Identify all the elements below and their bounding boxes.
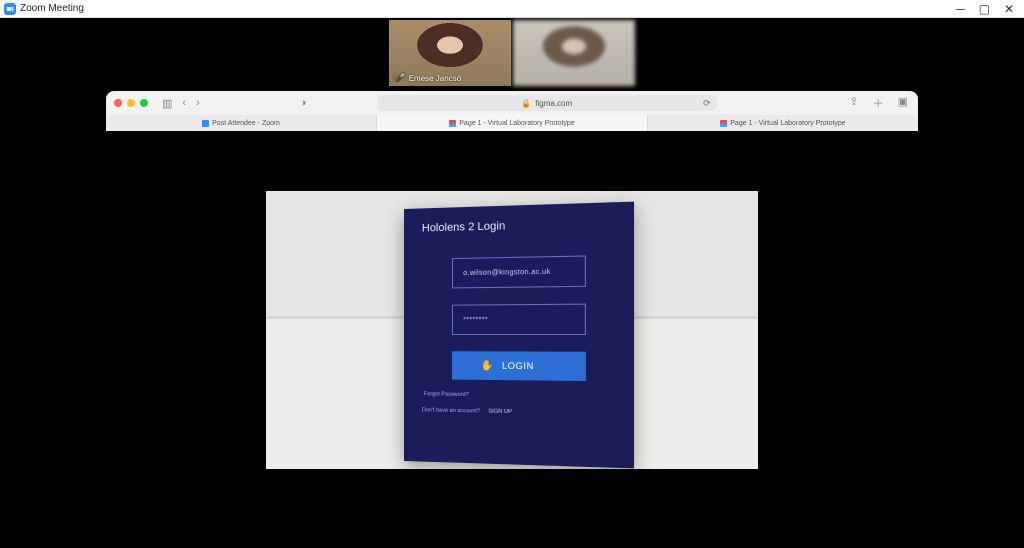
tab-label: Post Attendee - Zoom	[212, 120, 280, 127]
browser-tab[interactable]: Page 1 - Virtual Laboratory Prototype	[377, 115, 648, 131]
address-host-label: figma.com	[535, 99, 572, 108]
cursor-icon: ✋	[481, 359, 494, 370]
nav-back-icon[interactable]: ‹	[180, 97, 188, 109]
browser-tab[interactable]: Page 1 - Virtual Laboratory Prototype	[648, 115, 918, 131]
participant-tile[interactable]	[513, 20, 635, 86]
close-button[interactable]: ✕	[1004, 3, 1014, 15]
muted-mic-icon: ⧸🎤	[393, 73, 406, 83]
zoom-window-titlebar: Zoom Meeting ─ ▢ ✕	[0, 0, 1024, 18]
login-button[interactable]: ✋ LOGIN	[452, 351, 586, 381]
login-title: Hololens 2 Login	[422, 216, 619, 234]
share-icon[interactable]: ⇪	[847, 95, 860, 111]
email-field[interactable]: o.wilson@kingston.ac.uk	[452, 255, 586, 288]
tab-label: Page 1 - Virtual Laboratory Prototype	[459, 120, 574, 127]
safari-toolbar: ▥ ‹ › ◑ 🔒 figma.com ⟳ ⇪ ＋ ▣	[106, 91, 918, 115]
tab-overview-icon[interactable]: ▣	[896, 95, 910, 111]
video-strip: ⧸🎤 Emese Jancsó	[389, 20, 635, 86]
browser-tab[interactable]: Post Attendee - Zoom	[106, 115, 377, 131]
minimize-button[interactable]: ─	[956, 3, 965, 15]
figma-canvas[interactable]: Hololens 2 Login o.wilson@kingston.ac.uk…	[106, 131, 918, 528]
tab-strip: Post Attendee - Zoom Page 1 - Virtual La…	[106, 115, 918, 131]
forgot-password-link[interactable]: Forgot Password?	[424, 391, 619, 400]
no-account-label: Don't have an account?	[422, 407, 480, 414]
shared-screen: ▥ ‹ › ◑ 🔒 figma.com ⟳ ⇪ ＋ ▣ Post Attende…	[106, 91, 918, 528]
zoom-favicon-icon	[202, 120, 209, 127]
login-button-label: LOGIN	[502, 360, 534, 371]
window-zoom-dot[interactable]	[140, 99, 148, 107]
participant-tile[interactable]: ⧸🎤 Emese Jancsó	[389, 20, 511, 86]
sidebar-toggle-icon[interactable]: ▥	[160, 97, 174, 110]
password-field[interactable]: ********	[452, 303, 586, 334]
traffic-lights	[114, 99, 148, 107]
zoom-app-icon	[4, 3, 16, 15]
signup-link[interactable]: SIGN UP	[488, 408, 511, 415]
hololens-login-panel: Hololens 2 Login o.wilson@kingston.ac.uk…	[404, 201, 634, 468]
tab-label: Page 1 - Virtual Laboratory Prototype	[730, 120, 845, 127]
window-controls: ─ ▢ ✕	[956, 3, 1020, 15]
figma-favicon-icon	[449, 120, 456, 127]
maximize-button[interactable]: ▢	[979, 3, 990, 15]
new-tab-icon[interactable]: ＋	[871, 95, 886, 111]
meeting-area: ⧸🎤 Emese Jancsó ▥ ‹ › ◑ 🔒 figma.com ⟳ ⇪	[0, 18, 1024, 548]
email-value: o.wilson@kingston.ac.uk	[463, 268, 550, 277]
address-bar[interactable]: 🔒 figma.com ⟳	[377, 95, 717, 111]
participant-name-overlay: ⧸🎤 Emese Jancsó	[393, 73, 461, 83]
shield-icon[interactable]: ◑	[298, 97, 309, 109]
window-minimize-dot[interactable]	[127, 99, 135, 107]
participant-name-label: Emese Jancsó	[409, 74, 461, 83]
prototype-frame: Hololens 2 Login o.wilson@kingston.ac.uk…	[266, 191, 758, 469]
password-value: ********	[463, 316, 488, 323]
nav-forward-icon[interactable]: ›	[194, 97, 202, 109]
window-close-dot[interactable]	[114, 99, 122, 107]
reload-icon[interactable]: ⟳	[703, 98, 711, 109]
lock-icon: 🔒	[521, 99, 531, 108]
figma-favicon-icon	[720, 120, 727, 127]
window-title: Zoom Meeting	[20, 3, 84, 14]
